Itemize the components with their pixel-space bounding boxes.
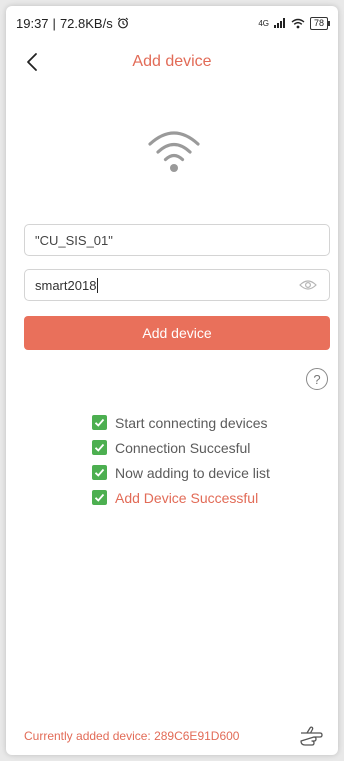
step-label: Start connecting devices [115, 414, 268, 431]
back-button[interactable] [20, 48, 44, 76]
progress-steps: Start connecting devices Connection Succ… [92, 410, 312, 510]
alarm-icon [117, 17, 128, 29]
status-separator: | [52, 15, 56, 31]
ssid-field[interactable]: "CU_SIS_01" [24, 224, 330, 256]
password-value: smart2018 [35, 277, 97, 293]
checkmark-icon [92, 490, 107, 505]
eye-icon [299, 280, 317, 290]
pointing-hand-icon[interactable] [298, 724, 324, 748]
wifi-icon [148, 131, 200, 172]
status-left: 19:37 | 72.8KB/s [16, 16, 129, 31]
checkmark-icon [92, 465, 107, 480]
step-label: Add Device Successful [115, 489, 259, 506]
page-title: Add device [132, 53, 212, 70]
step-item-success: Add Device Successful [92, 485, 312, 510]
status-bar: 19:37 | 72.8KB/s 4G 78 [6, 6, 338, 40]
step-item: Now adding to device list [92, 460, 312, 485]
wifi-status-icon [291, 18, 305, 28]
battery-level: 78 [313, 17, 324, 28]
checkmark-icon [92, 415, 107, 430]
help-button[interactable]: ? [306, 368, 328, 390]
ssid-value: "CU_SIS_01" [35, 232, 113, 248]
step-label: Connection Succesful [115, 439, 251, 456]
footer: Currently added device: 289C6E91D600 [24, 724, 324, 748]
checkmark-icon [92, 440, 107, 455]
signal-bars-icon [273, 18, 285, 28]
current-device-text: Currently added device: 289C6E91D600 [24, 729, 240, 743]
battery-indicator: 78 [309, 16, 331, 30]
add-device-button-label: Add device [142, 325, 212, 341]
chevron-left-icon [27, 53, 37, 71]
text-cursor [97, 277, 99, 293]
step-label: Now adding to device list [115, 464, 270, 481]
step-item: Connection Succesful [92, 435, 312, 460]
signal-label: 4G [258, 18, 269, 28]
add-device-button[interactable]: Add device [24, 316, 330, 350]
show-password-toggle[interactable] [297, 277, 319, 293]
status-right: 4G 78 [258, 16, 331, 30]
status-time: 19:37 [16, 15, 49, 31]
status-network-speed: 72.8KB/s [59, 15, 113, 31]
password-field[interactable]: smart2018 [24, 269, 330, 301]
top-bar: Add device [6, 44, 338, 80]
step-item: Start connecting devices [92, 410, 312, 435]
app-screen: 19:37 | 72.8KB/s 4G 78 Add device "CU_SI… [6, 6, 338, 755]
question-circle-icon: ? [313, 371, 321, 387]
